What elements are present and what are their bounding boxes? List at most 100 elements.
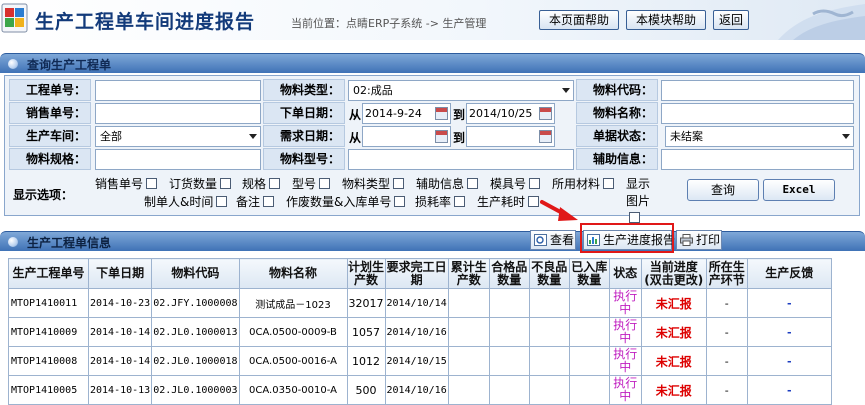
excel-export-button[interactable]: Excel — [763, 179, 835, 201]
column-header[interactable]: 合格品数量 — [488, 258, 530, 289]
column-header[interactable]: 生产反馈 — [746, 258, 832, 289]
option-void-qty-receipt-no[interactable]: 作废数量&入库单号 — [286, 194, 406, 210]
option-loss-rate[interactable]: 损耗率 — [415, 194, 466, 210]
calendar-icon[interactable] — [539, 107, 552, 120]
checkbox[interactable] — [269, 178, 281, 189]
workshop-value: 全部 — [100, 130, 122, 143]
option-aux-info[interactable]: 辅助信息 — [416, 176, 479, 192]
sales-order-no-input[interactable] — [95, 103, 261, 124]
table-header-row: 生产工程单号 下单日期 物料代码 物料名称 计划生产数 要求完工日期 累计生产数… — [8, 258, 832, 289]
option-remarks[interactable]: 备注 — [236, 194, 275, 210]
cell-work-order-no[interactable]: MTOP1410008 — [8, 346, 89, 376]
view-button[interactable]: 查看 — [530, 230, 576, 250]
annotation-arrow-icon — [540, 200, 578, 221]
checkbox[interactable] — [394, 196, 406, 207]
column-header[interactable]: 要求完工日期 — [384, 258, 449, 289]
option-production-time[interactable]: 生产耗时 — [477, 194, 540, 210]
table-row[interactable]: MTOP1410005 2014-10-13 02.JL0.1000003 0C… — [8, 375, 832, 405]
checkbox[interactable] — [146, 178, 158, 189]
column-header[interactable]: 当前进度(双击更改) — [640, 258, 707, 289]
order-date-to-input[interactable]: 2014/10/25 — [466, 103, 555, 124]
cell-progress[interactable]: 未汇报 — [640, 317, 707, 347]
column-header[interactable]: 物料名称 — [238, 258, 348, 289]
option-materials-used[interactable]: 所用材料 — [552, 176, 615, 192]
option-sales-order-no[interactable]: 销售单号 — [95, 176, 158, 192]
option-label: 生产耗时 — [477, 195, 526, 209]
option-label: 订货数量 — [169, 177, 218, 191]
option-show-image[interactable]: 显示图片 — [626, 176, 656, 223]
option-model[interactable]: 型号 — [292, 176, 331, 192]
option-material-type[interactable]: 物料类型 — [342, 176, 405, 192]
doc-status-label: 单据状态： — [576, 125, 658, 147]
option-creator-time[interactable]: 制单人&时间 — [144, 194, 228, 210]
table-row[interactable]: MTOP1410008 2014-10-14 02.JL0.1000018 0C… — [8, 346, 832, 376]
page-help-button[interactable]: 本页面帮助 — [539, 10, 619, 30]
option-label: 规格 — [242, 177, 267, 191]
cell-cumulative-qty — [447, 375, 490, 405]
option-spec[interactable]: 规格 — [242, 176, 281, 192]
column-header[interactable]: 生产工程单号 — [8, 258, 89, 289]
material-code-input[interactable] — [661, 80, 854, 101]
cell-work-order-no[interactable]: MTOP1410009 — [8, 317, 89, 347]
checkbox[interactable] — [467, 178, 479, 189]
required-date-from-input[interactable] — [362, 126, 451, 147]
checkbox[interactable] — [528, 196, 540, 207]
material-spec-input[interactable] — [95, 149, 261, 170]
checkbox[interactable] — [263, 196, 275, 207]
checkbox[interactable] — [454, 196, 466, 207]
checkbox[interactable] — [629, 212, 640, 223]
checkbox[interactable] — [603, 178, 615, 189]
back-button[interactable]: 返回 — [713, 10, 749, 30]
column-header[interactable]: 物料代码 — [151, 258, 240, 289]
table-row[interactable]: MTOP1410011 2014-10-23 02.JFY.1000008 测试… — [8, 288, 832, 318]
checkbox[interactable] — [529, 178, 541, 189]
material-type-select[interactable]: 02:成品 — [348, 80, 574, 101]
material-model-input[interactable] — [348, 149, 574, 170]
workshop-select[interactable]: 全部 — [95, 126, 261, 147]
column-header[interactable]: 不良品数量 — [528, 258, 570, 289]
module-help-button[interactable]: 本模块帮助 — [626, 10, 706, 30]
calendar-icon[interactable] — [435, 130, 448, 143]
calendar-icon[interactable] — [539, 130, 552, 143]
order-date-label: 下单日期： — [263, 102, 345, 124]
required-date-to-label: 到 — [453, 131, 466, 145]
checkbox[interactable] — [319, 178, 331, 189]
aux-info-input[interactable] — [661, 149, 854, 170]
cell-progress[interactable]: 未汇报 — [640, 346, 707, 376]
material-model-label: 物料型号： — [263, 148, 345, 170]
checkbox[interactable] — [216, 196, 228, 207]
required-date-to-input[interactable] — [466, 126, 555, 147]
cell-material-name: 测试成品－1023 — [238, 288, 348, 318]
column-header[interactable]: 已入库数量 — [568, 258, 610, 289]
work-order-no-input[interactable] — [95, 80, 261, 101]
column-header[interactable]: 状态 — [608, 258, 642, 289]
handshake-decoration-icon — [778, 4, 865, 40]
column-header[interactable]: 下单日期 — [87, 258, 153, 289]
order-date-from-input[interactable]: 2014-9-24 — [362, 103, 451, 124]
option-mold-no[interactable]: 模具号 — [490, 176, 541, 192]
cell-production-stage: - — [705, 288, 748, 318]
query-button[interactable]: 查询 — [687, 179, 759, 201]
print-button[interactable]: 打印 — [676, 230, 722, 250]
cell-progress[interactable]: 未汇报 — [640, 375, 707, 405]
cell-work-order-no[interactable]: MTOP1410005 — [8, 375, 89, 405]
column-header[interactable]: 计划生产数 — [346, 258, 386, 289]
checkbox[interactable] — [220, 178, 232, 189]
cell-work-order-no[interactable]: MTOP1410011 — [8, 288, 89, 318]
checkbox[interactable] — [393, 178, 405, 189]
cell-planned-qty: 1057 — [346, 317, 386, 347]
column-header[interactable]: 所在生产环节 — [705, 258, 748, 289]
cell-status: 执行中 — [608, 317, 642, 347]
doc-status-select[interactable]: 未结案 — [665, 126, 854, 147]
calendar-icon[interactable] — [435, 107, 448, 120]
panel-bullet-icon — [8, 59, 18, 69]
material-code-label: 物料代码： — [576, 79, 658, 101]
cell-progress[interactable]: 未汇报 — [640, 288, 707, 318]
table-row[interactable]: MTOP1410009 2014-10-14 02.JL0.1000013 0C… — [8, 317, 832, 347]
workshop-label: 生产车间： — [9, 125, 91, 147]
option-order-qty[interactable]: 订货数量 — [169, 176, 232, 192]
material-name-input[interactable] — [661, 103, 854, 124]
column-header[interactable]: 累计生产数 — [447, 258, 490, 289]
work-order-table: 生产工程单号 下单日期 物料代码 物料名称 计划生产数 要求完工日期 累计生产数… — [8, 258, 832, 405]
cell-stocked-qty — [568, 288, 610, 318]
